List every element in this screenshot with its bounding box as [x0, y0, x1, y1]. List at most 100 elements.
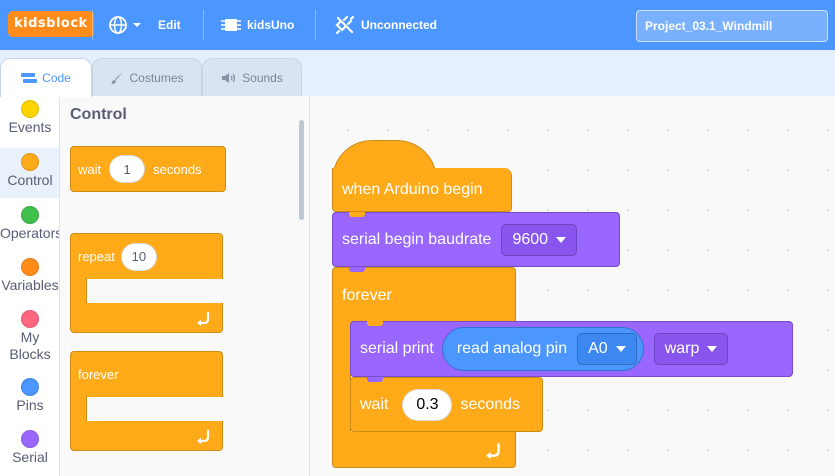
palette-wait-block[interactable]: wait 1 seconds [70, 146, 226, 192]
events-dot-icon [21, 100, 39, 118]
dropdown-arrow-icon [556, 236, 567, 243]
palette-repeat-block[interactable]: repeat 10 [70, 233, 223, 333]
block-palette: Control wait 1 seconds repeat 10 forever [60, 96, 310, 476]
baudrate-dropdown[interactable]: 9600 [501, 223, 578, 256]
tab-sounds-label: Sounds [242, 70, 283, 85]
kidsblock-logo[interactable]: kidsblock [8, 11, 94, 37]
project-title-input[interactable] [636, 10, 828, 42]
block-notch [349, 212, 365, 217]
globe-icon [109, 16, 127, 34]
wait-seconds-input[interactable]: 0.3 [402, 388, 453, 421]
mode-value: warp [664, 340, 700, 357]
dropdown-arrow-icon [615, 346, 626, 352]
tab-code-label: Code [42, 71, 71, 85]
menu-bar: kidsblock Edit kidsUno Unconnected [0, 0, 835, 50]
serial-print-block[interactable]: serial print read analog pin A0 warp [350, 321, 793, 377]
loop-arrow-icon [486, 442, 500, 459]
block-label: forever [342, 287, 392, 304]
script-workspace[interactable]: when Arduino begin serial begin baudrate… [310, 96, 835, 476]
category-label: Operators [0, 225, 60, 241]
read-analog-pin-reporter[interactable]: read analog pin A0 [441, 327, 644, 371]
pin-value: A0 [588, 340, 608, 357]
serial-begin-block[interactable]: serial begin baudrate 9600 [332, 212, 620, 267]
category-operators[interactable]: Operators [0, 206, 60, 254]
block-notch [367, 377, 383, 382]
pin-dropdown[interactable]: A0 [577, 333, 637, 365]
palette-forever-block[interactable]: forever [70, 351, 223, 451]
category-events[interactable]: Events [0, 100, 59, 148]
category-label: Serial [12, 449, 48, 465]
palette-title: Control [70, 106, 127, 123]
repeat-count-input[interactable]: 10 [120, 242, 157, 271]
board-label: kidsUno [247, 18, 295, 32]
brush-icon [110, 71, 124, 85]
forever-footer [332, 432, 516, 468]
board-select[interactable]: kidsUno [220, 0, 294, 50]
block-label: seconds [460, 395, 521, 413]
menu-divider [315, 10, 316, 40]
block-label: seconds [153, 161, 202, 177]
block-label: repeat [78, 249, 115, 264]
my-blocks-dot-icon [21, 310, 39, 328]
serial-dot-icon [21, 430, 39, 448]
hat-body: when Arduino begin [332, 168, 512, 212]
category-my-blocks[interactable]: My Blocks [0, 310, 59, 366]
category-label: Control [7, 172, 53, 188]
category-menu: Events Control Operators Variables My Bl… [0, 96, 60, 476]
language-menu[interactable] [108, 0, 143, 50]
forever-arm [332, 323, 351, 433]
tab-code[interactable]: Code [0, 58, 92, 97]
block-label: when Arduino begin [342, 180, 483, 198]
connection-label: Unconnected [361, 18, 438, 32]
category-serial[interactable]: Serial [0, 430, 59, 476]
menu-divider [203, 10, 204, 40]
category-control[interactable]: Control [0, 148, 59, 198]
wait-seconds-input[interactable]: 1 [109, 155, 146, 183]
baudrate-value: 9600 [512, 230, 549, 248]
when-arduino-begin-block[interactable]: when Arduino begin [332, 140, 512, 212]
repeat-arm [70, 278, 87, 303]
repeat-footer [70, 303, 223, 333]
block-label: forever [78, 367, 119, 382]
edit-menu[interactable]: Edit [158, 0, 181, 50]
speaker-icon [221, 72, 237, 84]
block-label: read analog pin [456, 340, 568, 357]
loop-arrow-icon [197, 429, 210, 444]
caret-down-icon [133, 23, 141, 27]
variables-dot-icon [21, 258, 39, 276]
control-dot-icon [21, 153, 39, 171]
chip-icon [221, 19, 241, 31]
palette-scrollbar[interactable] [299, 120, 304, 220]
wait-block[interactable]: wait 0.3 seconds [350, 377, 543, 432]
tab-costumes-label: Costumes [129, 70, 184, 85]
category-label: Pins [16, 397, 44, 413]
category-variables[interactable]: Variables [0, 258, 59, 306]
loop-arrow-icon [197, 311, 210, 326]
block-label: serial print [360, 340, 434, 357]
operators-dot-icon [21, 206, 39, 224]
forever-header: forever [332, 267, 516, 324]
tab-costumes[interactable]: Costumes [92, 58, 202, 96]
menu-divider [92, 10, 93, 40]
tab-sounds[interactable]: Sounds [202, 58, 302, 96]
tab-bar: Code Costumes Sounds [0, 50, 835, 97]
category-label: Events [8, 119, 52, 135]
category-pins[interactable]: Pins [0, 378, 59, 426]
forever-footer [70, 421, 223, 451]
pins-dot-icon [21, 378, 39, 396]
mode-dropdown[interactable]: warp [653, 333, 729, 365]
block-label: serial begin baudrate [342, 230, 492, 248]
block-notch [349, 267, 365, 272]
code-icon [21, 72, 38, 84]
repeat-header: repeat 10 [70, 233, 223, 279]
category-label: My Blocks [9, 329, 51, 362]
forever-arm [70, 396, 87, 421]
dropdown-arrow-icon [707, 346, 718, 352]
connection-status[interactable]: Unconnected [335, 0, 437, 50]
category-label: Variables [1, 277, 59, 293]
block-notch [367, 321, 383, 326]
block-label: wait [78, 161, 102, 177]
unconnected-plug-icon [335, 15, 355, 35]
forever-header: forever [70, 351, 223, 397]
block-label: wait [360, 395, 389, 413]
